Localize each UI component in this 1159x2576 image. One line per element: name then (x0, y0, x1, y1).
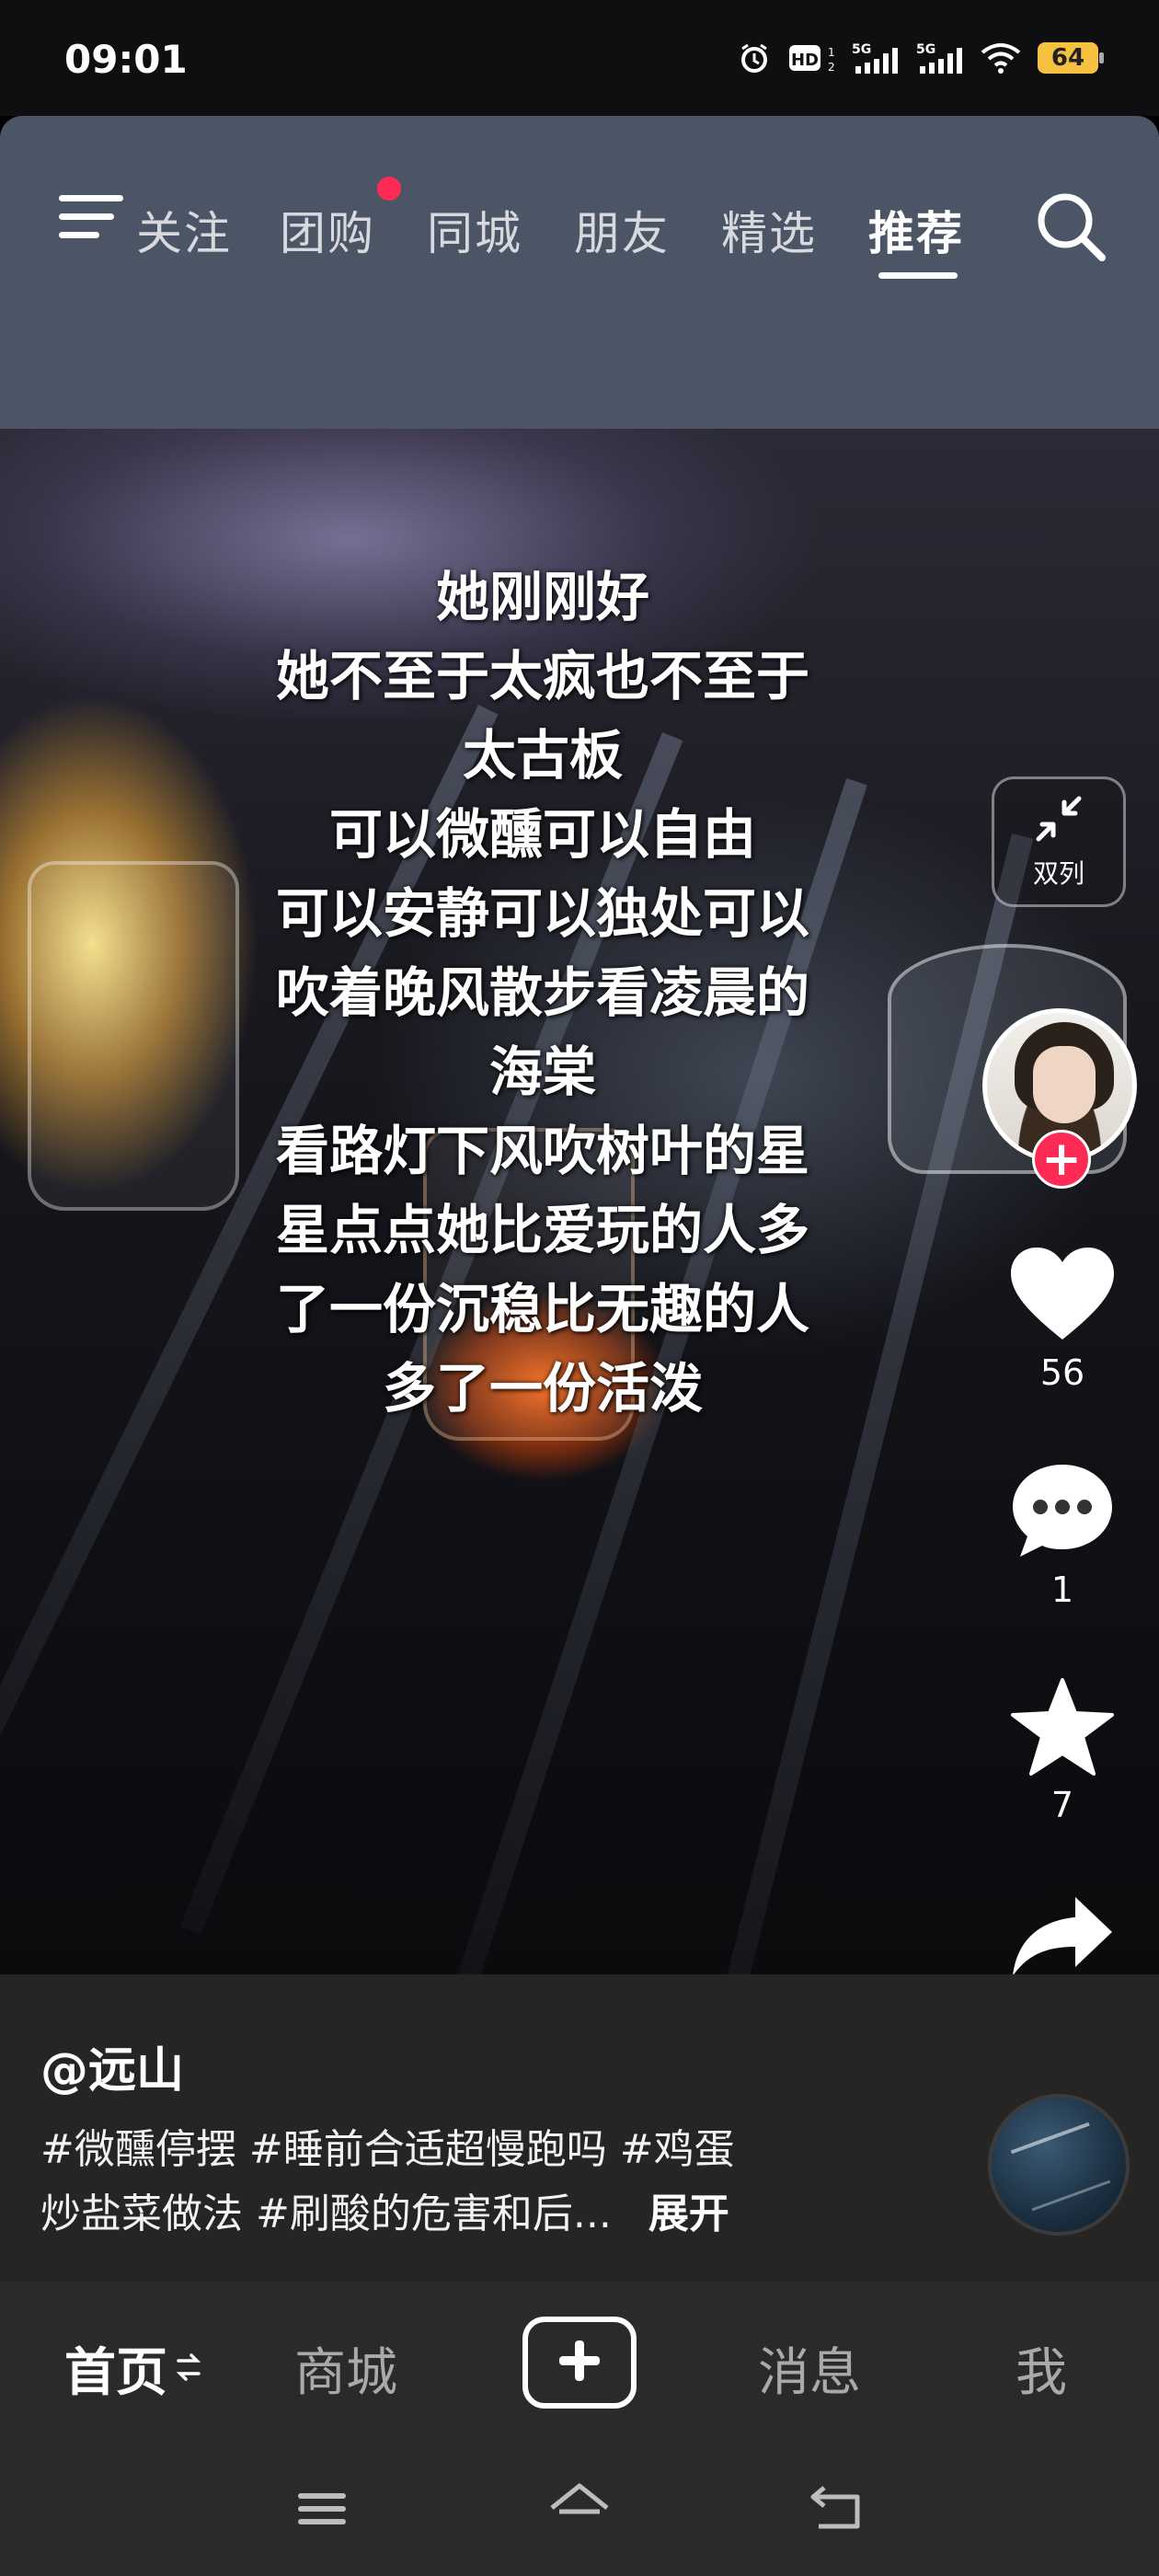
hd-icon: HD 1 2 (787, 41, 835, 75)
svg-text:1: 1 (828, 46, 835, 59)
comment-icon (1009, 1465, 1116, 1566)
signal-5g-icon: 5G (916, 40, 964, 75)
music-disc[interactable] (988, 2094, 1130, 2236)
caption-line: 星点点她比爱玩的人多 (275, 1199, 809, 1261)
wifi-icon (981, 41, 1021, 75)
tab-messages[interactable]: 消息 (758, 2331, 861, 2406)
tab-nearby[interactable]: 同城 (427, 197, 522, 263)
svg-text:2: 2 (828, 61, 835, 74)
tab-featured[interactable]: 精选 (721, 197, 817, 263)
notification-badge (377, 177, 401, 201)
video-caption: 她刚刚好 她不至于太疯也不至于 太古板 可以微醺可以自由 可以安静可以独处可以 … (147, 558, 938, 1428)
caption-line: 看路灯下风吹树叶的星 (275, 1120, 809, 1182)
tab-group-buy[interactable]: 团购 (280, 197, 375, 263)
status-icons: HD 1 2 5G 5G 64 (738, 40, 1104, 75)
follow-button[interactable]: + (1032, 1130, 1091, 1189)
description-line: 炒盐菜做法 #刷酸的危害和后... 展开 (40, 2182, 868, 2247)
menu-icon[interactable] (57, 190, 125, 248)
tab-home[interactable]: 首页 (64, 2331, 167, 2406)
caption-line: 可以微醺可以自由 (328, 803, 756, 866)
comment-count: 1 (1050, 1570, 1074, 1610)
battery-indicator: 64 (1038, 42, 1104, 74)
home-icon[interactable] (546, 2480, 613, 2539)
swap-arrows-icon[interactable] (176, 2352, 201, 2386)
status-bar: 09:01 HD 1 2 5G 5G 64 (0, 0, 1159, 116)
create-post-button[interactable] (522, 2317, 637, 2409)
heart-icon (1007, 1248, 1118, 1349)
caption-line: 吹着晚风散步看凌晨的 (275, 961, 809, 1024)
system-nav-bar (0, 2453, 1159, 2576)
caption-line: 她刚刚好 (435, 566, 649, 628)
caption-line: 可以安静可以独处可以 (275, 882, 809, 945)
plus-icon (556, 2337, 603, 2388)
expand-button[interactable]: 展开 (648, 2191, 729, 2237)
svg-text:5G: 5G (852, 42, 871, 57)
dual-column-label: 双列 (1032, 858, 1084, 889)
search-icon[interactable] (1034, 190, 1107, 267)
like-button[interactable]: 56 (1003, 1244, 1122, 1393)
svg-text:HD: HD (791, 51, 819, 70)
caption-line: 太古板 (462, 724, 623, 787)
top-panel: 关注 团购 同城 朋友 精选 推荐 (0, 116, 1159, 429)
caption-line: 多了一份活泼 (382, 1357, 703, 1420)
signal-5g-icon: 5G (852, 40, 900, 75)
bottom-tab-bar: 首页 商城 消息 我 (0, 2282, 1159, 2453)
favorite-count: 7 (1050, 1785, 1074, 1825)
like-count: 56 (1039, 1352, 1085, 1393)
post-description: #微醺停摆 #睡前合适超慢跑吗 #鸡蛋 炒盐菜做法 #刷酸的危害和后... 展开 (40, 2118, 868, 2247)
tab-friends[interactable]: 朋友 (574, 197, 670, 263)
tab-recommended[interactable]: 推荐 (868, 197, 964, 263)
star-icon (1009, 1678, 1116, 1781)
author-name[interactable]: @远山 (40, 2031, 184, 2100)
favorite-button[interactable]: 7 (1003, 1676, 1122, 1825)
description-line[interactable]: #微醺停摆 #睡前合适超慢跑吗 #鸡蛋 (40, 2118, 868, 2182)
alarm-icon (738, 41, 771, 75)
active-tab-indicator (878, 272, 958, 279)
caption-line: 了一份沉稳比无趣的人 (275, 1278, 809, 1340)
description-text[interactable]: 炒盐菜做法 #刷酸的危害和后... (40, 2191, 612, 2237)
recents-icon[interactable] (294, 2480, 350, 2539)
tab-mall[interactable]: 商城 (294, 2331, 397, 2406)
status-time: 09:01 (64, 37, 188, 82)
collapse-arrows-icon (1033, 793, 1084, 848)
back-icon[interactable] (808, 2480, 866, 2539)
avatar-face (1033, 1046, 1096, 1123)
comment-button[interactable]: 1 (1003, 1461, 1122, 1610)
caption-line: 她不至于太疯也不至于 (275, 645, 809, 707)
tab-following[interactable]: 关注 (136, 197, 234, 263)
disc-artwork (1010, 2122, 1111, 2212)
caption-line: 海棠 (488, 1041, 596, 1103)
top-nav: 关注 团购 同城 朋友 精选 推荐 (0, 153, 1159, 279)
svg-text:5G: 5G (916, 42, 935, 57)
tab-me[interactable]: 我 (1016, 2331, 1067, 2406)
video-player[interactable]: 她刚刚好 她不至于太疯也不至于 太古板 可以微醺可以自由 可以安静可以独处可以 … (0, 429, 1159, 1974)
dual-column-button[interactable]: 双列 (992, 776, 1126, 907)
